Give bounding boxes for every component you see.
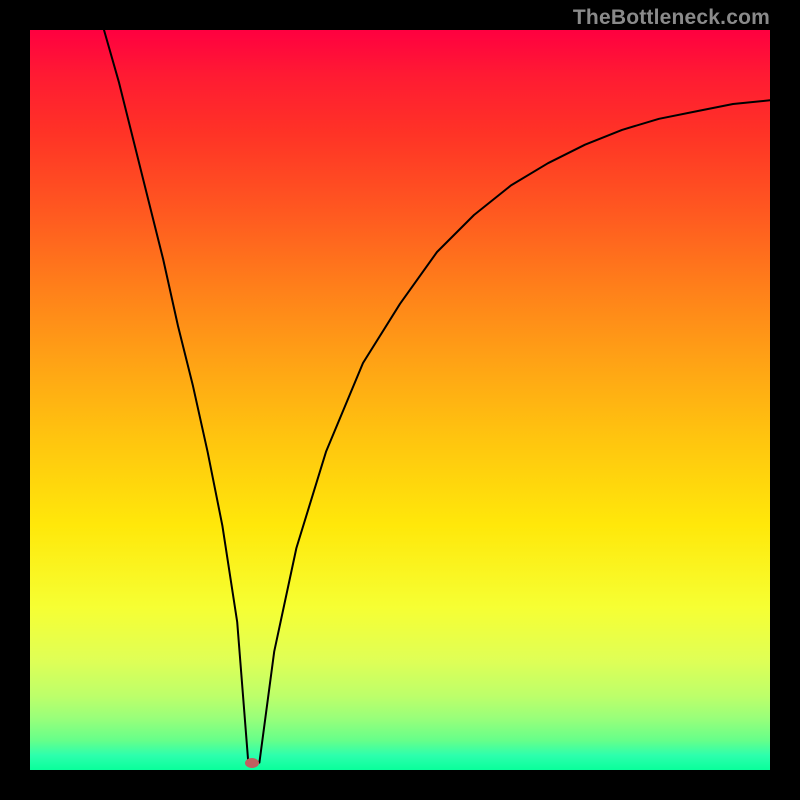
bottleneck-curve bbox=[30, 30, 770, 770]
minimum-marker bbox=[245, 758, 259, 768]
plot-area bbox=[30, 30, 770, 770]
chart-frame: TheBottleneck.com bbox=[0, 0, 800, 800]
watermark-text: TheBottleneck.com bbox=[573, 6, 770, 30]
